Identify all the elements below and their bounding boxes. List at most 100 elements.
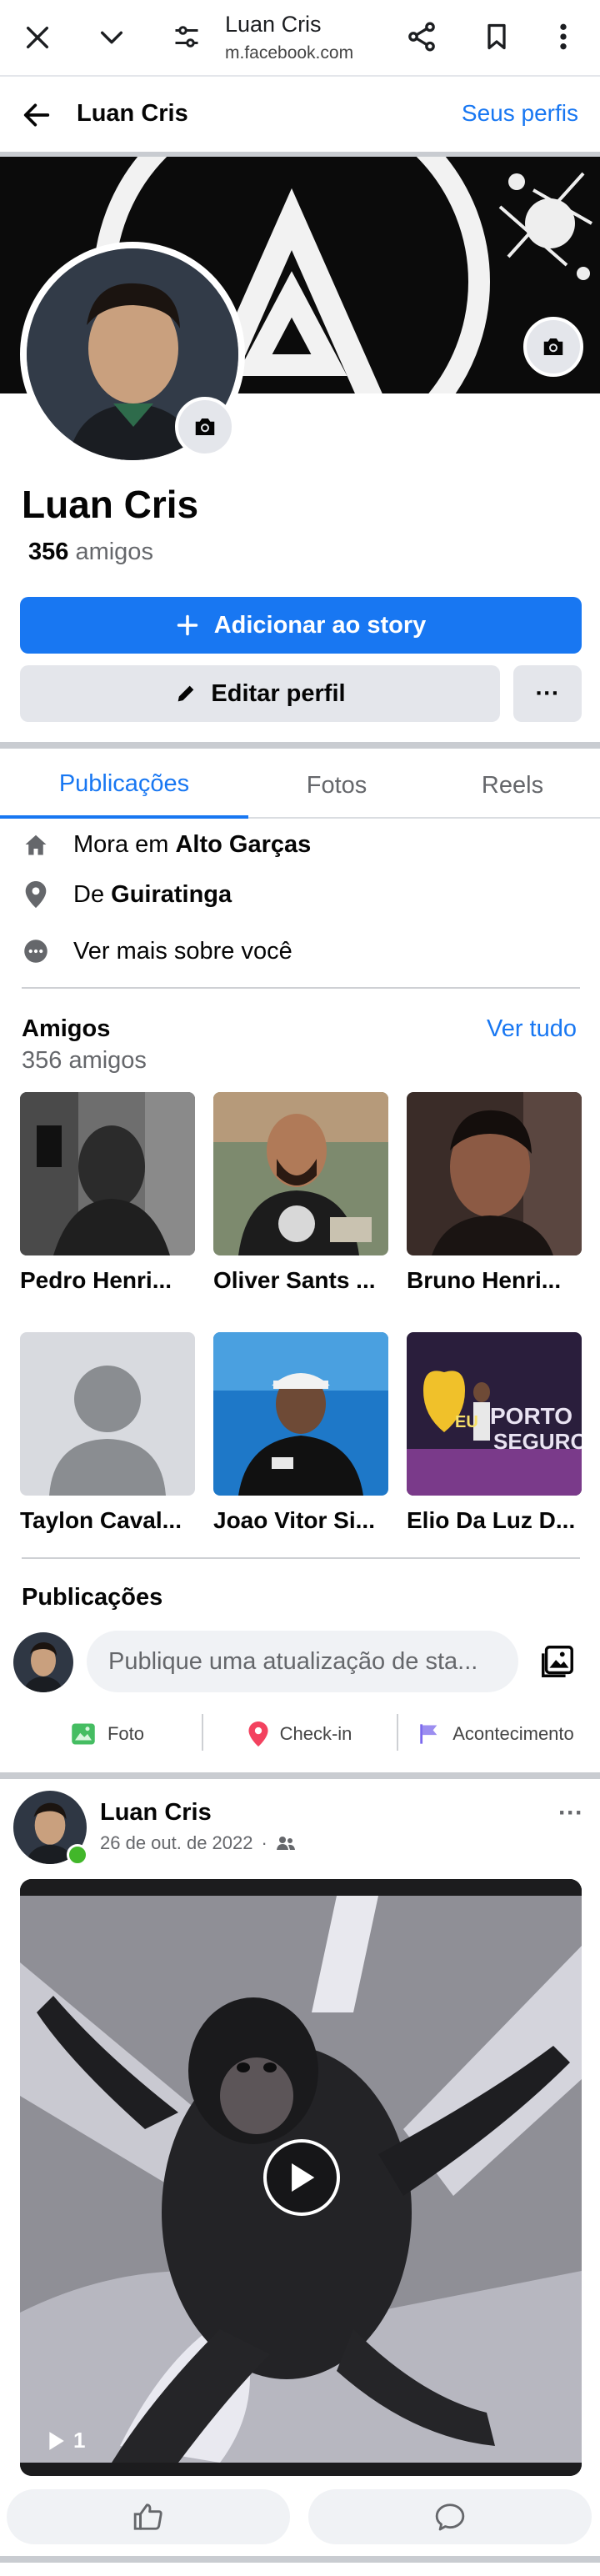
friend-photo	[213, 1332, 388, 1496]
camera-icon	[541, 335, 566, 358]
friends-audience-icon	[276, 1835, 296, 1852]
thumbs-up-icon	[132, 2501, 164, 2533]
divider	[0, 742, 600, 749]
edit-profile-label: Editar perfil	[211, 679, 346, 707]
play-button[interactable]	[263, 2139, 340, 2216]
from-place: Guiratinga	[111, 880, 232, 908]
browser-tab-title: Luan Cris	[225, 12, 322, 37]
sign-text: PORTO	[490, 1403, 572, 1429]
profile-name: Luan Cris	[22, 483, 199, 526]
divider	[0, 1772, 600, 1779]
separator	[202, 1714, 203, 1751]
play-icon	[288, 2162, 316, 2193]
composer-avatar[interactable]	[13, 1632, 73, 1692]
see-more-about-label: Ver mais sobre você	[73, 937, 292, 965]
tab-fotos[interactable]: Fotos	[248, 752, 425, 819]
camera-icon	[192, 415, 218, 439]
plus-icon	[176, 614, 199, 637]
friend-card[interactable]: Bruno Henri...	[407, 1092, 582, 1294]
lives-place: Alto Garças	[175, 830, 312, 858]
life-event-action-label: Acontecimento	[452, 1723, 574, 1744]
edit-profile-button[interactable]: Editar perfil	[20, 665, 500, 722]
site-settings-icon[interactable]	[172, 22, 202, 52]
lives-prefix: Mora em	[73, 830, 169, 858]
status-composer-input[interactable]: Publique uma atualização de sta...	[87, 1631, 518, 1692]
photo-action-button[interactable]: Foto	[20, 1709, 195, 1759]
profile-tabs: Publicações Fotos Reels	[0, 752, 600, 819]
location-pin-icon	[22, 881, 50, 908]
checkin-action-label: Check-in	[279, 1723, 352, 1744]
see-all-friends-link[interactable]: Ver tudo	[487, 1015, 577, 1043]
browser-url[interactable]: m.facebook.com	[225, 43, 353, 63]
friend-card[interactable]: Pedro Henri...	[20, 1092, 195, 1294]
checkin-action-button[interactable]: Check-in	[208, 1709, 392, 1759]
share-icon[interactable]	[405, 20, 438, 53]
from-row: De Guiratinga	[22, 874, 232, 915]
video-view-count: 1	[47, 2428, 85, 2453]
friend-name: Taylon Caval...	[20, 1507, 182, 1533]
post-author-avatar[interactable]	[13, 1791, 88, 1866]
comment-icon	[433, 2501, 467, 2533]
friend-photo	[407, 1092, 582, 1255]
tab-reels[interactable]: Reels	[425, 752, 600, 819]
chevron-down-icon[interactable]	[97, 23, 127, 52]
friend-photo: PORTO SEGURO EU	[407, 1332, 582, 1496]
post-options-button[interactable]: ···	[558, 1799, 583, 1827]
add-to-story-label: Adicionar ao story	[213, 611, 427, 639]
life-event-action-button[interactable]: Acontecimento	[403, 1709, 588, 1759]
post-meta: 26 de out. de 2022 ·	[100, 1832, 296, 1854]
pencil-icon	[174, 682, 198, 705]
friend-name: Pedro Henri...	[20, 1267, 172, 1293]
photo-action-label: Foto	[107, 1723, 145, 1744]
post-video[interactable]: 1	[20, 1879, 582, 2476]
sign-text: SEGURO	[493, 1429, 582, 1454]
friend-count-label: amigos	[75, 539, 153, 565]
comment-button[interactable]	[308, 2489, 592, 2544]
home-icon	[22, 833, 50, 856]
photo-upload-icon[interactable]	[538, 1642, 577, 1681]
sign-text: EU	[455, 1413, 478, 1431]
friend-name: Oliver Sants ...	[213, 1267, 376, 1293]
friend-count[interactable]: 356 amigos	[28, 539, 153, 566]
friend-name: Joao Vitor Si...	[213, 1507, 375, 1533]
friend-card[interactable]: Joao Vitor Si...	[213, 1332, 388, 1534]
friends-count: 356 amigos	[22, 1047, 147, 1074]
friend-photo-placeholder	[20, 1332, 195, 1496]
more-dots-label: ···	[535, 679, 560, 707]
separator	[397, 1714, 398, 1751]
more-horizontal-icon	[22, 939, 50, 964]
divider	[22, 1557, 580, 1559]
close-icon[interactable]	[23, 23, 52, 52]
like-button[interactable]	[7, 2489, 290, 2544]
divider	[0, 2556, 600, 2563]
add-to-story-button[interactable]: Adicionar ao story	[20, 597, 582, 654]
edit-avatar-camera-button[interactable]	[175, 397, 235, 457]
checkin-pin-icon	[248, 1722, 268, 1747]
small-play-icon	[47, 2431, 65, 2451]
friend-card[interactable]: PORTO SEGURO EU Elio Da Luz D...	[407, 1332, 582, 1534]
edit-cover-camera-button[interactable]	[523, 317, 583, 377]
your-profiles-link[interactable]: Seus perfis	[462, 100, 578, 127]
video-view-number: 1	[73, 2428, 86, 2453]
posts-section-title: Publicações	[22, 1584, 163, 1611]
more-vertical-icon[interactable]	[553, 20, 573, 53]
meta-separator: ·	[261, 1832, 268, 1853]
friend-name: Elio Da Luz D...	[407, 1507, 576, 1533]
friend-name: Bruno Henri...	[407, 1267, 562, 1293]
flag-icon	[418, 1722, 441, 1746]
see-more-about-row[interactable]: Ver mais sobre você	[22, 930, 292, 972]
friends-title: Amigos	[22, 1015, 111, 1042]
bookmark-icon[interactable]	[482, 20, 512, 53]
profile-nav-header: Luan Cris Seus perfis	[0, 78, 600, 152]
divider	[22, 987, 580, 989]
profile-more-button[interactable]: ···	[513, 665, 582, 722]
friend-photo	[213, 1092, 388, 1255]
post-date[interactable]: 26 de out. de 2022	[100, 1832, 253, 1854]
header-profile-name: Luan Cris	[77, 100, 188, 127]
tab-publicacoes[interactable]: Publicações	[0, 752, 248, 819]
friend-card[interactable]: Oliver Sants ...	[213, 1092, 388, 1294]
post-author-name[interactable]: Luan Cris	[100, 1799, 212, 1827]
back-arrow-icon[interactable]	[20, 98, 53, 132]
online-status-dot	[67, 1844, 88, 1866]
friend-card[interactable]: Taylon Caval...	[20, 1332, 195, 1534]
